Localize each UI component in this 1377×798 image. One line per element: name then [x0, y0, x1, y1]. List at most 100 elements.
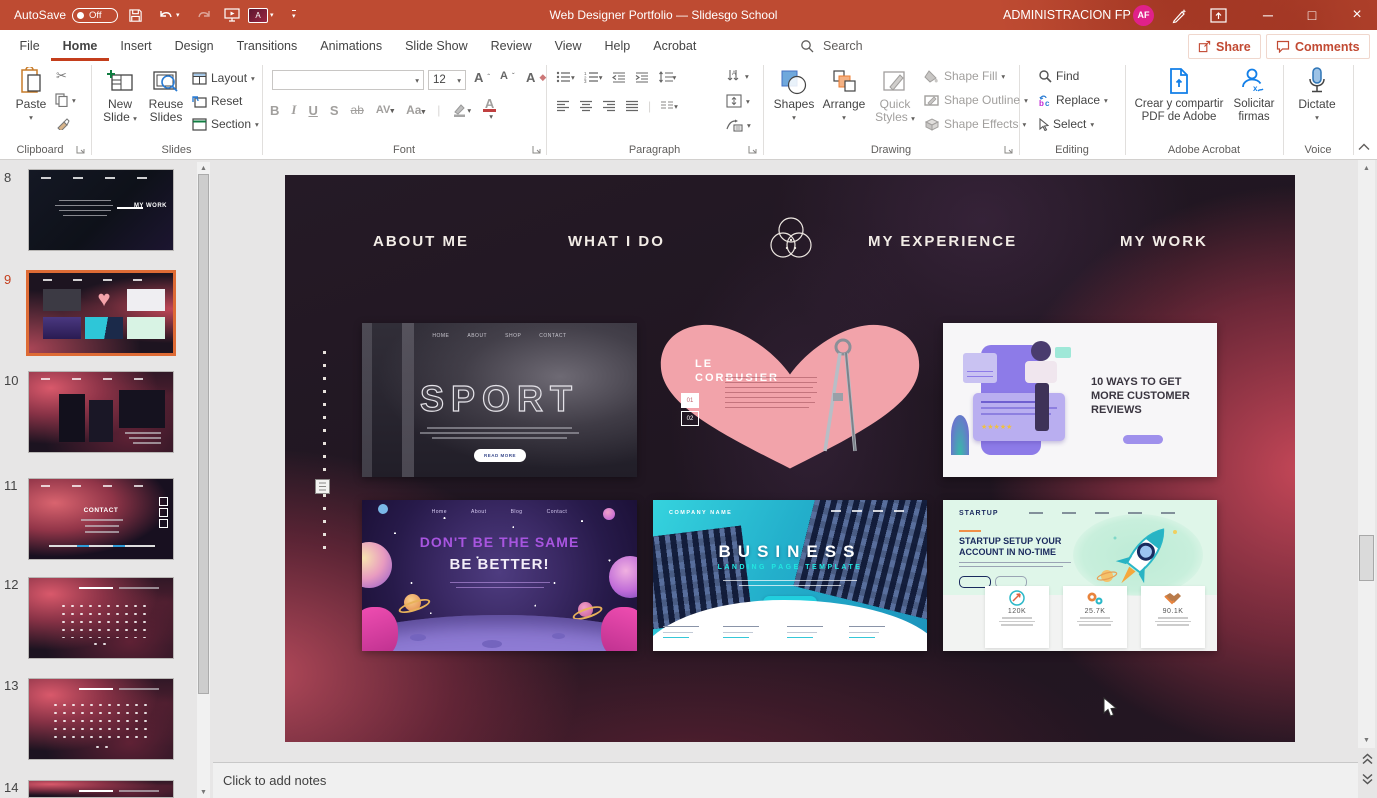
account-name[interactable]: ADMINISTRACION FP	[1003, 0, 1131, 30]
arrange-button[interactable]: Arrange ▾	[820, 65, 868, 124]
line-spacing-button[interactable]: ▾	[658, 71, 677, 83]
shadow-button[interactable]: S	[330, 103, 339, 118]
paste-button[interactable]: Paste ▾	[10, 65, 52, 124]
clipboard-dialog-launcher[interactable]	[76, 145, 86, 155]
grow-font-button[interactable]: Aˆ	[474, 70, 490, 85]
minimize-button[interactable]: ─	[1248, 0, 1288, 30]
align-left-button[interactable]	[556, 100, 570, 112]
italic-button[interactable]: I	[291, 102, 296, 118]
cut-button[interactable]: ✂	[56, 69, 67, 84]
mockup-startup[interactable]: STARTUP STARTUP SETUP YOUR ACCOUNT IN NO…	[943, 500, 1217, 651]
slide-nav-what-i-do[interactable]: WHAT I DO	[568, 233, 665, 250]
text-direction-button[interactable]: A▾	[726, 69, 749, 83]
slide-thumbnail-8[interactable]: MY WORK	[28, 169, 174, 251]
tab-view[interactable]: View	[543, 30, 593, 61]
slide-thumbnail-9[interactable]: ♥	[26, 270, 176, 356]
copy-button[interactable]: ▾	[55, 93, 76, 107]
section-button[interactable]: Section▾	[192, 117, 259, 131]
logo-circles-icon[interactable]	[769, 215, 813, 263]
bullets-button[interactable]: ▾	[556, 71, 575, 83]
save-button[interactable]	[128, 0, 143, 30]
tab-transitions[interactable]: Transitions	[225, 30, 309, 61]
quick-styles-button[interactable]: Quick Styles ▾	[872, 65, 918, 125]
slide-thumbnail-10[interactable]	[28, 371, 174, 453]
object-anchor-handle[interactable]	[315, 479, 330, 494]
decrease-indent-button[interactable]	[612, 71, 626, 83]
dictate-button[interactable]: Dictate ▾	[1291, 65, 1343, 124]
tab-animations[interactable]: Animations	[309, 30, 394, 61]
slide-thumbnail-13[interactable]	[28, 678, 174, 760]
ribbon-display-options-button[interactable]	[1210, 0, 1227, 30]
collapse-ribbon-button[interactable]	[1358, 143, 1370, 151]
shape-fill-button[interactable]: Shape Fill▾	[924, 69, 1005, 83]
slide-thumbnail-14[interactable]	[28, 780, 174, 798]
justify-button[interactable]	[625, 100, 639, 112]
close-button[interactable]: ×	[1337, 0, 1377, 30]
customize-quick-access-button[interactable]: ▾	[290, 0, 296, 30]
bold-button[interactable]: B	[270, 103, 279, 118]
mockup-business[interactable]: COMPANY NAME BUSINESS LANDING PAGE TEMPL…	[653, 500, 927, 651]
change-case-button[interactable]: Aa▾	[406, 103, 425, 117]
comments-button[interactable]: Comments	[1266, 34, 1370, 59]
select-button[interactable]: Select▾	[1038, 117, 1094, 131]
scroll-up-icon[interactable]: ▲	[1360, 162, 1373, 174]
previous-slide-button[interactable]	[1360, 752, 1374, 766]
tab-review[interactable]: Review	[479, 30, 543, 61]
create-pdf-button[interactable]: Crear y compartir PDF de Adobe	[1133, 65, 1225, 124]
share-button[interactable]: Share	[1188, 34, 1261, 59]
underline-button[interactable]: U	[308, 103, 317, 118]
tab-home[interactable]: Home	[51, 30, 109, 61]
convert-smartart-button[interactable]: ▾	[726, 119, 751, 132]
account-avatar[interactable]: AF	[1133, 0, 1154, 30]
maximize-button[interactable]: □	[1292, 0, 1332, 30]
strikethrough-button[interactable]: ab	[351, 103, 364, 117]
tab-insert[interactable]: Insert	[109, 30, 163, 61]
shape-outline-button[interactable]: Shape Outline▾	[924, 93, 1028, 107]
find-button[interactable]: Find	[1038, 69, 1079, 83]
columns-button[interactable]: ▾	[660, 100, 678, 112]
increase-indent-button[interactable]	[635, 71, 649, 83]
tab-design[interactable]: Design	[163, 30, 225, 61]
vertical-scrollbar[interactable]: ▲ ▼	[1358, 160, 1375, 748]
highlight-color-button[interactable]: ▾	[452, 103, 471, 117]
shape-effects-button[interactable]: Shape Effects▾	[924, 117, 1026, 131]
paragraph-dialog-launcher[interactable]	[748, 145, 758, 155]
start-slideshow-button[interactable]	[224, 0, 240, 30]
replace-button[interactable]: bc Replace▾	[1038, 93, 1108, 107]
new-slide-button[interactable]: New Slide ▾	[98, 65, 142, 125]
drawing-dialog-launcher[interactable]	[1004, 145, 1014, 155]
request-signatures-button[interactable]: x Solicitar firmas	[1228, 65, 1280, 124]
scroll-down-icon[interactable]: ▼	[197, 786, 210, 798]
align-text-button[interactable]: ▾	[726, 94, 750, 108]
slide-nav-my-experience[interactable]: MY EXPERIENCE	[868, 233, 1017, 250]
tab-help[interactable]: Help	[593, 30, 642, 61]
quick-access-image-button[interactable]: A▾	[248, 0, 274, 30]
slide-thumbnail-12[interactable]	[28, 577, 174, 659]
font-name-combo[interactable]: ▾	[272, 70, 424, 90]
slide-canvas[interactable]: ABOUT ME WHAT I DO MY EXPERIENCE MY WORK…	[285, 175, 1295, 742]
undo-button[interactable]: ▾	[158, 0, 180, 30]
numbering-button[interactable]: 123▾	[584, 71, 603, 83]
mockup-space[interactable]: HomeAboutBlogContact DON'T BE THE SAME B…	[362, 500, 637, 651]
tab-acrobat[interactable]: Acrobat	[642, 30, 708, 61]
thumbnail-scrollbar-thumb[interactable]	[198, 174, 209, 694]
font-dialog-launcher[interactable]	[532, 145, 542, 155]
redo-button[interactable]	[196, 0, 212, 30]
tab-file[interactable]: File	[8, 30, 51, 61]
editor-pen-button[interactable]	[1170, 0, 1188, 30]
search-box[interactable]: Search	[800, 30, 863, 61]
slide-thumbnail-11[interactable]: CONTACT	[28, 478, 174, 560]
slide-nav-my-work[interactable]: MY WORK	[1120, 233, 1208, 250]
align-center-button[interactable]	[579, 100, 593, 112]
mockup-corbusier[interactable]: LE CORBUSIER 01 02	[653, 315, 927, 481]
scroll-down-icon[interactable]: ▼	[1360, 734, 1373, 746]
layout-button[interactable]: Layout▾	[192, 71, 255, 85]
tab-slideshow[interactable]: Slide Show	[394, 30, 480, 61]
notes-pane[interactable]: Click to add notes	[213, 762, 1358, 798]
format-painter-button[interactable]	[56, 117, 70, 130]
slide-nav-about-me[interactable]: ABOUT ME	[373, 233, 469, 250]
clear-formatting-button[interactable]: A◆	[526, 70, 546, 85]
shrink-font-button[interactable]: Aˇ	[500, 70, 515, 82]
font-size-combo[interactable]: 12▾	[428, 70, 466, 90]
reuse-slides-button[interactable]: Reuse Slides	[144, 65, 188, 124]
